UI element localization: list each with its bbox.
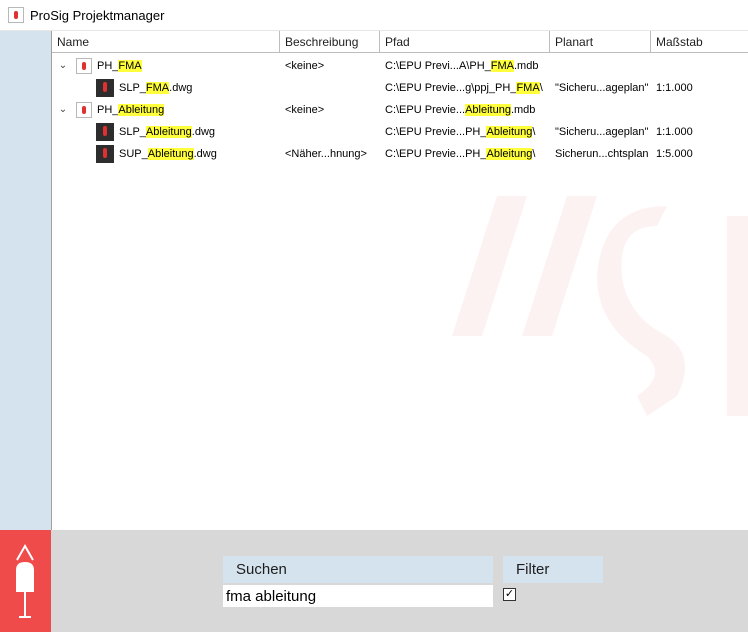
tree-row-drawing[interactable]: SLP_Ableitung.dwg C:\EPU Previe...PH_Abl… — [52, 121, 748, 143]
tree-row-project[interactable]: ⌄ PH_Ableitung <keine> C:\EPU Previe...A… — [52, 99, 748, 121]
path-cell: C:\EPU Previe...Ableitung.mdb — [385, 104, 536, 116]
chevron-down-icon[interactable]: ⌄ — [55, 58, 71, 74]
tree-row-drawing[interactable]: SLP_FMA.dwg C:\EPU Previe...g\ppj_PH_FMA… — [52, 77, 748, 99]
scale-cell: 1:1.000 — [656, 126, 693, 138]
title-bar: ProSig Projektmanager — [0, 0, 748, 31]
app-logo-panel — [0, 530, 51, 632]
path-cell: C:\EPU Previe...PH_Ableitung\ — [385, 148, 536, 160]
name-cell: SLP_Ableitung.dwg — [52, 121, 280, 143]
dwg-file-icon — [96, 79, 114, 97]
project-tree-grid[interactable]: Name Beschreibung Pfad Planart Maßstab ⌄… — [51, 31, 748, 530]
plan-type-cell: "Sicheru...ageplan" — [555, 82, 649, 94]
item-name: PH_FMA — [97, 60, 142, 72]
description-cell: <keine> — [285, 60, 325, 72]
scale-cell — [651, 99, 748, 121]
dwg-file-icon — [96, 123, 114, 141]
item-name: SUP_Ableitung.dwg — [119, 148, 217, 160]
plan-type-cell — [550, 99, 651, 121]
column-header-plan-type[interactable]: Planart — [550, 31, 651, 53]
search-input[interactable] — [223, 585, 493, 607]
name-cell: SUP_Ableitung.dwg — [52, 143, 280, 165]
item-name: SLP_Ableitung.dwg — [119, 126, 216, 138]
filter-label: Filter — [503, 556, 603, 583]
dwg-file-icon — [96, 145, 114, 163]
plan-type-cell: "Sicheru...ageplan" — [555, 126, 649, 138]
name-cell: SLP_FMA.dwg — [52, 77, 280, 99]
item-name: PH_Ableitung — [97, 104, 165, 116]
scale-cell — [651, 55, 748, 77]
watermark-logo — [452, 196, 748, 416]
plan-type-cell — [550, 55, 651, 77]
buoy-logo-icon — [16, 543, 34, 618]
tree-row-drawing[interactable]: SUP_Ableitung.dwg <Näher...hnung> C:\EPU… — [52, 143, 748, 165]
database-icon — [76, 58, 92, 74]
left-sidebar-strip — [0, 31, 51, 530]
scale-cell: 1:5.000 — [656, 148, 693, 160]
description-cell: <keine> — [285, 104, 325, 116]
plan-type-cell: Sicherun...chtsplan — [555, 148, 649, 160]
chevron-down-icon[interactable]: ⌄ — [55, 102, 71, 118]
name-cell: ⌄ PH_Ableitung — [52, 99, 280, 121]
app-icon — [8, 7, 24, 23]
database-icon — [76, 102, 92, 118]
path-cell: C:\EPU Previ...A\PH_FMA.mdb — [385, 60, 539, 72]
description-cell — [280, 121, 380, 143]
column-header-description[interactable]: Beschreibung — [280, 31, 380, 53]
item-name: SLP_FMA.dwg — [119, 82, 193, 94]
path-cell: C:\EPU Previe...PH_Ableitung\ — [385, 126, 536, 138]
path-cell: C:\EPU Previe...g\ppj_PH_FMA\ — [385, 82, 543, 94]
tree-row-project[interactable]: ⌄ PH_FMA <keine> C:\EPU Previ...A\PH_FMA… — [52, 55, 748, 77]
description-cell: <Näher...hnung> — [285, 148, 367, 160]
column-header-scale[interactable]: Maßstab — [651, 31, 748, 53]
search-label: Suchen — [223, 556, 493, 583]
scale-cell: 1:1.000 — [656, 82, 693, 94]
window-title: ProSig Projektmanager — [30, 7, 165, 23]
column-header-row: Name Beschreibung Pfad Planart Maßstab — [52, 31, 748, 53]
column-header-path[interactable]: Pfad — [380, 31, 550, 53]
tree-rows: ⌄ PH_FMA <keine> C:\EPU Previ...A\PH_FMA… — [52, 55, 748, 165]
description-cell — [280, 77, 380, 99]
column-header-name[interactable]: Name — [52, 31, 280, 53]
filter-checkbox[interactable]: ✓ — [503, 588, 516, 601]
name-cell: ⌄ PH_FMA — [52, 55, 280, 77]
